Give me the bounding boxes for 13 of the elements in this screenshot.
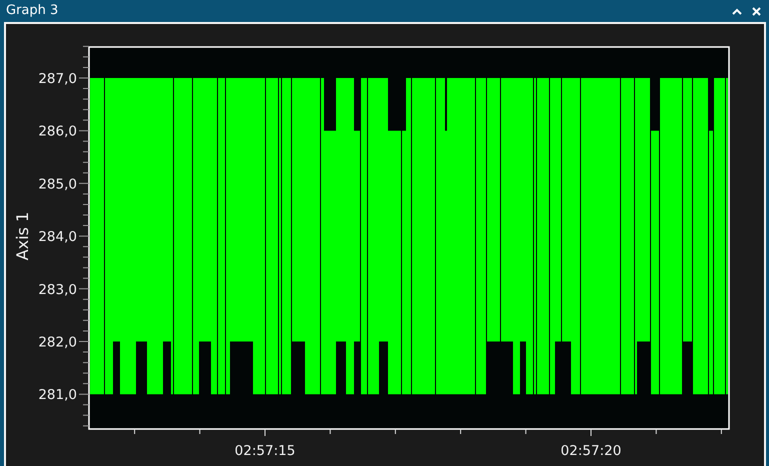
axis-title: Axis 1	[13, 212, 32, 260]
close-icon[interactable]	[752, 6, 761, 16]
y-tick-label: 283,0	[38, 282, 77, 298]
y-tick-label: 286,0	[38, 124, 77, 140]
window-title: Graph 3	[6, 2, 60, 20]
y-tick-label: 287,0	[38, 71, 77, 87]
x-tick-label: 02:57:15	[234, 443, 296, 459]
y-tick-label: 285,0	[38, 176, 77, 192]
collapse-icon[interactable]	[732, 8, 742, 14]
y-tick-label: 281,0	[38, 387, 77, 404]
x-tick-label: 02:57:20	[560, 443, 622, 459]
y-tick-label: 282,0	[38, 334, 77, 350]
y-tick-label: 284,0	[38, 229, 77, 246]
